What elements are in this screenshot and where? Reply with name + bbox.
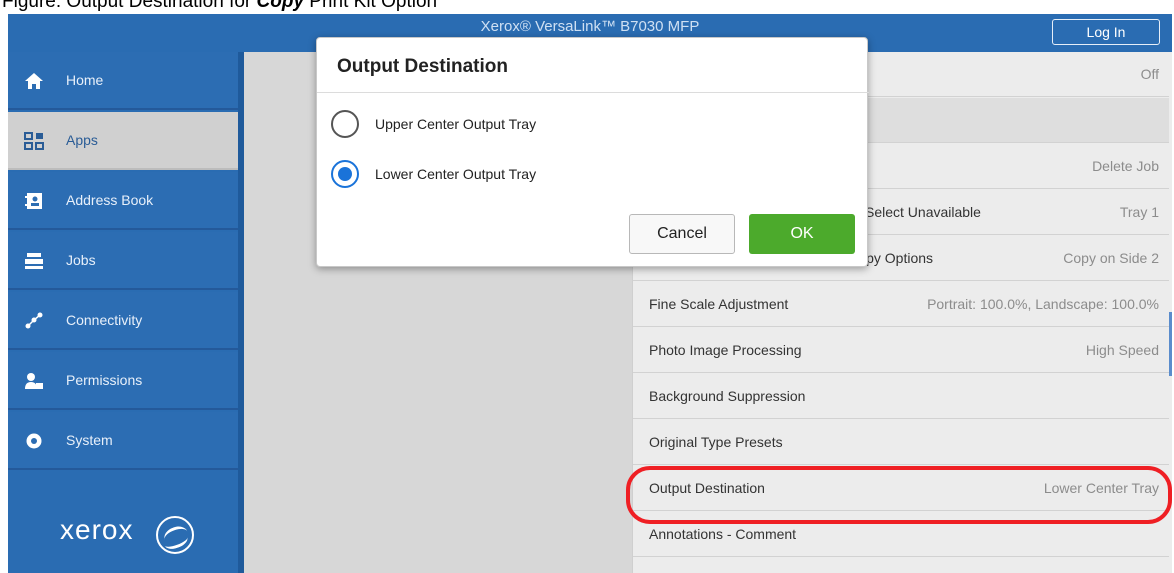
cancel-button[interactable]: Cancel xyxy=(629,214,735,254)
connectivity-icon xyxy=(25,312,43,329)
settings-row-value: Delete Job xyxy=(1092,158,1159,174)
option-label: Lower Center Output Tray xyxy=(375,166,537,182)
document-caption: Figure: Output Destination for Copy Prin… xyxy=(0,0,1174,14)
settings-row-value: Tray 1 xyxy=(1119,204,1159,220)
caption-text: Figure: Output Destination for xyxy=(2,0,257,12)
radio-selected[interactable] xyxy=(331,160,359,188)
sidebar-item-label: System xyxy=(66,432,113,448)
sidebar-item-apps[interactable]: Apps xyxy=(8,112,238,170)
sidebar-item-system[interactable]: System xyxy=(8,412,238,470)
log-in-button[interactable]: Log In xyxy=(1052,19,1160,45)
sidebar-item-label: Home xyxy=(66,72,104,88)
system-gear-icon xyxy=(26,433,42,449)
sidebar-item-jobs[interactable]: Jobs xyxy=(8,232,238,290)
sidebar-item-connectivity[interactable]: Connectivity xyxy=(8,292,238,350)
sidebar-edge xyxy=(238,52,244,573)
sidebar-item-address-book[interactable]: Address Book xyxy=(8,172,238,230)
device-title: Xerox® VersaLink™ B7030 MFP xyxy=(480,18,700,35)
settings-row-value: Copy on Side 2 xyxy=(1063,250,1159,266)
sidebar-item-label: Connectivity xyxy=(66,312,143,328)
option-upper-center-tray[interactable]: Upper Center Output Tray xyxy=(331,108,751,142)
settings-row-value: High Speed xyxy=(1085,342,1159,358)
jobs-stack-icon xyxy=(25,253,43,269)
sidebar-item-permissions[interactable]: Permissions xyxy=(8,352,238,410)
sidebar-item-label: Address Book xyxy=(66,192,154,208)
xerox-logo-text: xerox xyxy=(60,514,134,545)
settings-row[interactable]: Photo Image Processing High Speed xyxy=(633,328,1169,373)
permissions-icon xyxy=(25,373,43,389)
settings-row-value: Off xyxy=(1140,66,1159,82)
option-lower-center-tray[interactable]: Lower Center Output Tray xyxy=(331,158,751,192)
settings-row-key: Photo Image Processing xyxy=(649,342,802,358)
address-book-icon xyxy=(25,193,42,209)
caption-tail: Print Kit Option xyxy=(304,0,438,12)
settings-row-value: Portrait: 100.0%, Landscape: 100.0% xyxy=(927,296,1159,312)
settings-row-key: Select Unavailable xyxy=(865,204,981,220)
sidebar-item-label: Apps xyxy=(66,132,98,148)
settings-row[interactable]: Fine Scale Adjustment Portrait: 100.0%, … xyxy=(633,282,1169,327)
printer-web-ui: Xerox® VersaLink™ B7030 MFP Log In Home … xyxy=(8,14,1172,573)
dialog-divider xyxy=(317,92,869,93)
settings-row-key: Annotations - Comment xyxy=(649,526,797,542)
option-label: Upper Center Output Tray xyxy=(375,116,537,132)
red-highlight-annotation xyxy=(626,466,1172,524)
sidebar-item-label: Permissions xyxy=(66,372,143,388)
settings-row-key: Original Type Presets xyxy=(649,434,783,450)
apps-grid-icon xyxy=(24,132,44,150)
settings-row-key: Background Suppression xyxy=(649,388,806,404)
sidebar-item-home[interactable]: Home xyxy=(8,52,238,110)
dialog-title: Output Destination xyxy=(337,56,508,77)
output-destination-dialog: Output Destination Upper Center Output T… xyxy=(316,37,869,267)
settings-row-key: Fine Scale Adjustment xyxy=(649,296,789,312)
home-icon xyxy=(25,73,43,89)
caption-bold: Copy xyxy=(256,0,305,12)
settings-row[interactable]: Background Suppression xyxy=(633,374,1169,419)
sidebar-item-label: Jobs xyxy=(66,252,96,268)
xerox-ball-icon xyxy=(156,516,194,554)
radio-unselected[interactable] xyxy=(331,110,359,138)
settings-row[interactable]: Original Type Presets xyxy=(633,420,1169,465)
scrollbar-thumb[interactable] xyxy=(1169,312,1172,376)
sidebar-nav: Home Apps Address Book Jobs Connectivity… xyxy=(8,52,244,573)
ok-button[interactable]: OK xyxy=(749,214,855,254)
